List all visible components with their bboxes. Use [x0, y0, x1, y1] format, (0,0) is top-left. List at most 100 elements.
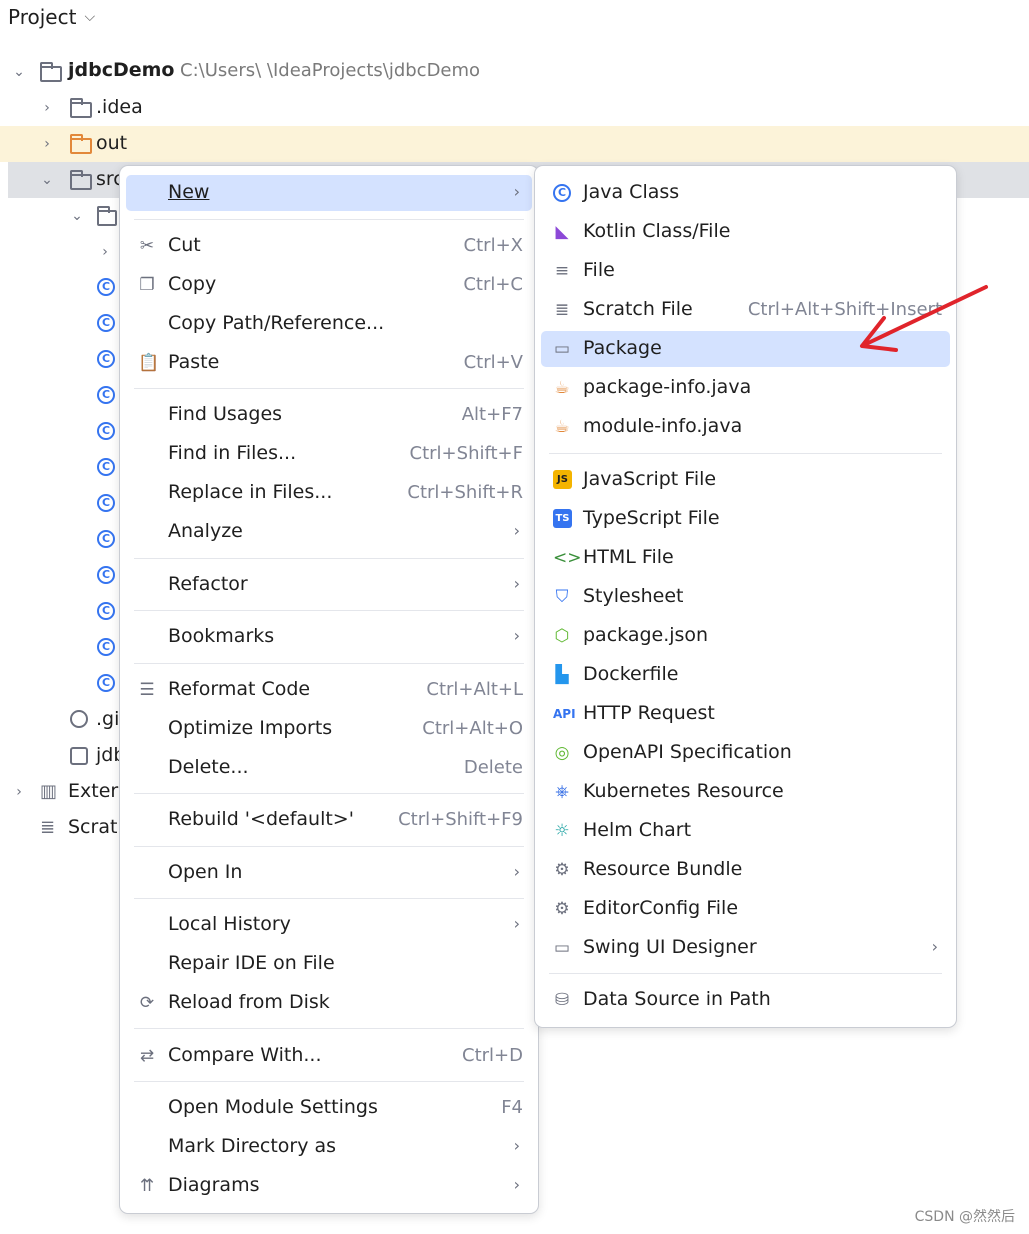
chevron-right-icon[interactable]: › — [40, 137, 54, 151]
submenu-item-kotlin[interactable]: ◣ Kotlin Class/File — [541, 214, 950, 250]
menu-item-bookmarks[interactable]: Bookmarks › — [126, 619, 532, 655]
submenu-item-data-source[interactable]: ⛁ Data Source in Path — [541, 982, 950, 1018]
menu-item-delete[interactable]: Delete... Delete — [126, 750, 532, 786]
menu-shortcut: Delete — [463, 757, 523, 778]
menu-item-local-history[interactable]: Local History › — [126, 907, 532, 943]
scissors-icon: ✂ — [139, 236, 155, 256]
separator — [549, 453, 942, 454]
reload-icon: ⟳ — [139, 993, 155, 1013]
java-class-icon[interactable]: C — [97, 530, 115, 548]
project-view-header[interactable]: Project ⌵ — [8, 2, 95, 32]
menu-item-copy-path[interactable]: Copy Path/Reference... — [126, 306, 532, 342]
submenu-item-package-info[interactable]: ☕ package-info.java — [541, 370, 950, 406]
submenu-item-editorconfig[interactable]: ⚙ EditorConfig File — [541, 891, 950, 927]
menu-item-analyze[interactable]: Analyze › — [126, 514, 532, 550]
submenu-item-openapi[interactable]: ◎ OpenAPI Specification — [541, 735, 950, 771]
kubernetes-icon: ⎈ — [555, 782, 569, 802]
chevron-right-icon: › — [513, 1175, 520, 1194]
java-class-icon[interactable]: C — [97, 602, 115, 620]
submenu-item-typescript[interactable]: TS TypeScript File — [541, 501, 950, 537]
menu-item-optimize-imports[interactable]: Optimize Imports Ctrl+Alt+O — [126, 711, 532, 747]
menu-item-diagrams[interactable]: ⇈ Diagrams › — [126, 1168, 532, 1204]
menu-label: JavaScript File — [583, 468, 717, 490]
menu-label: Reload from Disk — [168, 991, 330, 1013]
separator — [134, 610, 524, 611]
chevron-down-icon[interactable]: ⌄ — [70, 209, 84, 223]
module-file-icon — [70, 747, 88, 765]
tree-label-out: out — [96, 132, 128, 154]
java-class-icon[interactable]: C — [97, 278, 115, 296]
menu-item-new[interactable]: New › — [126, 175, 532, 211]
chevron-right-icon[interactable]: › — [12, 785, 26, 799]
menu-item-rebuild[interactable]: Rebuild '<default>' Ctrl+Shift+F9 — [126, 802, 532, 838]
java-class-icon[interactable]: C — [97, 386, 115, 404]
submenu-item-swing-ui-designer[interactable]: ▭ Swing UI Designer › — [541, 930, 950, 966]
tree-row-root[interactable]: ⌄ jdbcDemo C:\Users\ \IdeaProjects\jdbcD… — [0, 54, 1029, 90]
menu-item-paste[interactable]: 📋 Paste Ctrl+V — [126, 345, 532, 381]
java-file-icon: ☕ — [554, 417, 570, 437]
menu-item-replace-in-files[interactable]: Replace in Files... Ctrl+Shift+R — [126, 475, 532, 511]
java-class-icon[interactable]: C — [97, 566, 115, 584]
submenu-item-dockerfile[interactable]: ▙ Dockerfile — [541, 657, 950, 693]
submenu-item-java-class[interactable]: C Java Class — [541, 175, 950, 211]
menu-item-find-in-files[interactable]: Find in Files... Ctrl+Shift+F — [126, 436, 532, 472]
menu-shortcut: Ctrl+Shift+F9 — [398, 809, 523, 830]
chevron-right-icon[interactable]: › — [40, 101, 54, 115]
paste-icon: 📋 — [138, 353, 160, 373]
java-class-icon[interactable]: C — [97, 674, 115, 692]
submenu-item-helm-chart[interactable]: ☼ Helm Chart — [541, 813, 950, 849]
submenu-item-html[interactable]: <> HTML File — [541, 540, 950, 576]
menu-item-reload-from-disk[interactable]: ⟳ Reload from Disk — [126, 985, 532, 1021]
menu-label: File — [583, 259, 615, 281]
java-class-icon[interactable]: C — [97, 494, 115, 512]
menu-label: EditorConfig File — [583, 897, 739, 919]
chevron-down-icon[interactable]: ⌵ — [84, 9, 95, 25]
submenu-item-javascript[interactable]: JS JavaScript File — [541, 462, 950, 498]
tree-label-scratches: Scrat — [68, 816, 118, 838]
submenu-item-http-request[interactable]: API HTTP Request — [541, 696, 950, 732]
tree-row-idea[interactable]: › .idea — [0, 90, 1029, 126]
java-class-icon[interactable]: C — [97, 422, 115, 440]
chevron-right-icon: › — [931, 937, 938, 956]
menu-shortcut: Ctrl+Alt+L — [426, 679, 523, 700]
menu-label: Find in Files... — [168, 442, 297, 464]
menu-label: OpenAPI Specification — [583, 741, 792, 763]
menu-item-reformat-code[interactable]: ☰ Reformat Code Ctrl+Alt+L — [126, 672, 532, 708]
separator — [134, 846, 524, 847]
menu-label: Repair IDE on File — [168, 952, 335, 974]
menu-label: Open Module Settings — [168, 1096, 378, 1118]
chevron-right-icon: › — [513, 1136, 520, 1155]
menu-label: Rebuild '<default>' — [168, 808, 354, 830]
submenu-item-module-info[interactable]: ☕ module-info.java — [541, 409, 950, 445]
menu-item-compare-with[interactable]: ⇄ Compare With... Ctrl+D — [126, 1038, 532, 1074]
submenu-item-stylesheet[interactable]: ⛉ Stylesheet — [541, 579, 950, 615]
tree-row-out[interactable]: › out — [0, 126, 1029, 162]
chevron-right-icon[interactable]: › — [98, 245, 112, 259]
menu-item-refactor[interactable]: Refactor › — [126, 567, 532, 603]
menu-item-find-usages[interactable]: Find Usages Alt+F7 — [126, 397, 532, 433]
submenu-item-package-json[interactable]: ⬡ package.json — [541, 618, 950, 654]
chevron-right-icon: › — [513, 862, 520, 881]
java-class-icon[interactable]: C — [97, 638, 115, 656]
menu-item-copy[interactable]: ❐ Copy Ctrl+C — [126, 267, 532, 303]
menu-label: Copy — [168, 273, 217, 295]
database-icon: ⛁ — [554, 990, 570, 1010]
menu-item-repair-ide[interactable]: Repair IDE on File — [126, 946, 532, 982]
submenu-item-resource-bundle[interactable]: ⚙ Resource Bundle — [541, 852, 950, 888]
scratches-icon: ≣ — [40, 817, 56, 838]
openapi-icon: ◎ — [554, 743, 570, 763]
java-class-icon[interactable]: C — [97, 314, 115, 332]
java-class-icon[interactable]: C — [97, 458, 115, 476]
separator — [549, 973, 942, 974]
docker-icon: ▙ — [555, 665, 569, 685]
chevron-down-icon[interactable]: ⌄ — [12, 65, 26, 79]
menu-label: Scratch File — [583, 298, 693, 320]
menu-item-open-in[interactable]: Open In › — [126, 855, 532, 891]
submenu-item-kubernetes[interactable]: ⎈ Kubernetes Resource — [541, 774, 950, 810]
menu-label: Stylesheet — [583, 585, 684, 607]
menu-item-open-module-settings[interactable]: Open Module Settings F4 — [126, 1090, 532, 1126]
java-class-icon[interactable]: C — [97, 350, 115, 368]
chevron-down-icon[interactable]: ⌄ — [40, 173, 54, 187]
menu-item-mark-directory-as[interactable]: Mark Directory as › — [126, 1129, 532, 1165]
menu-item-cut[interactable]: ✂ Cut Ctrl+X — [126, 228, 532, 264]
